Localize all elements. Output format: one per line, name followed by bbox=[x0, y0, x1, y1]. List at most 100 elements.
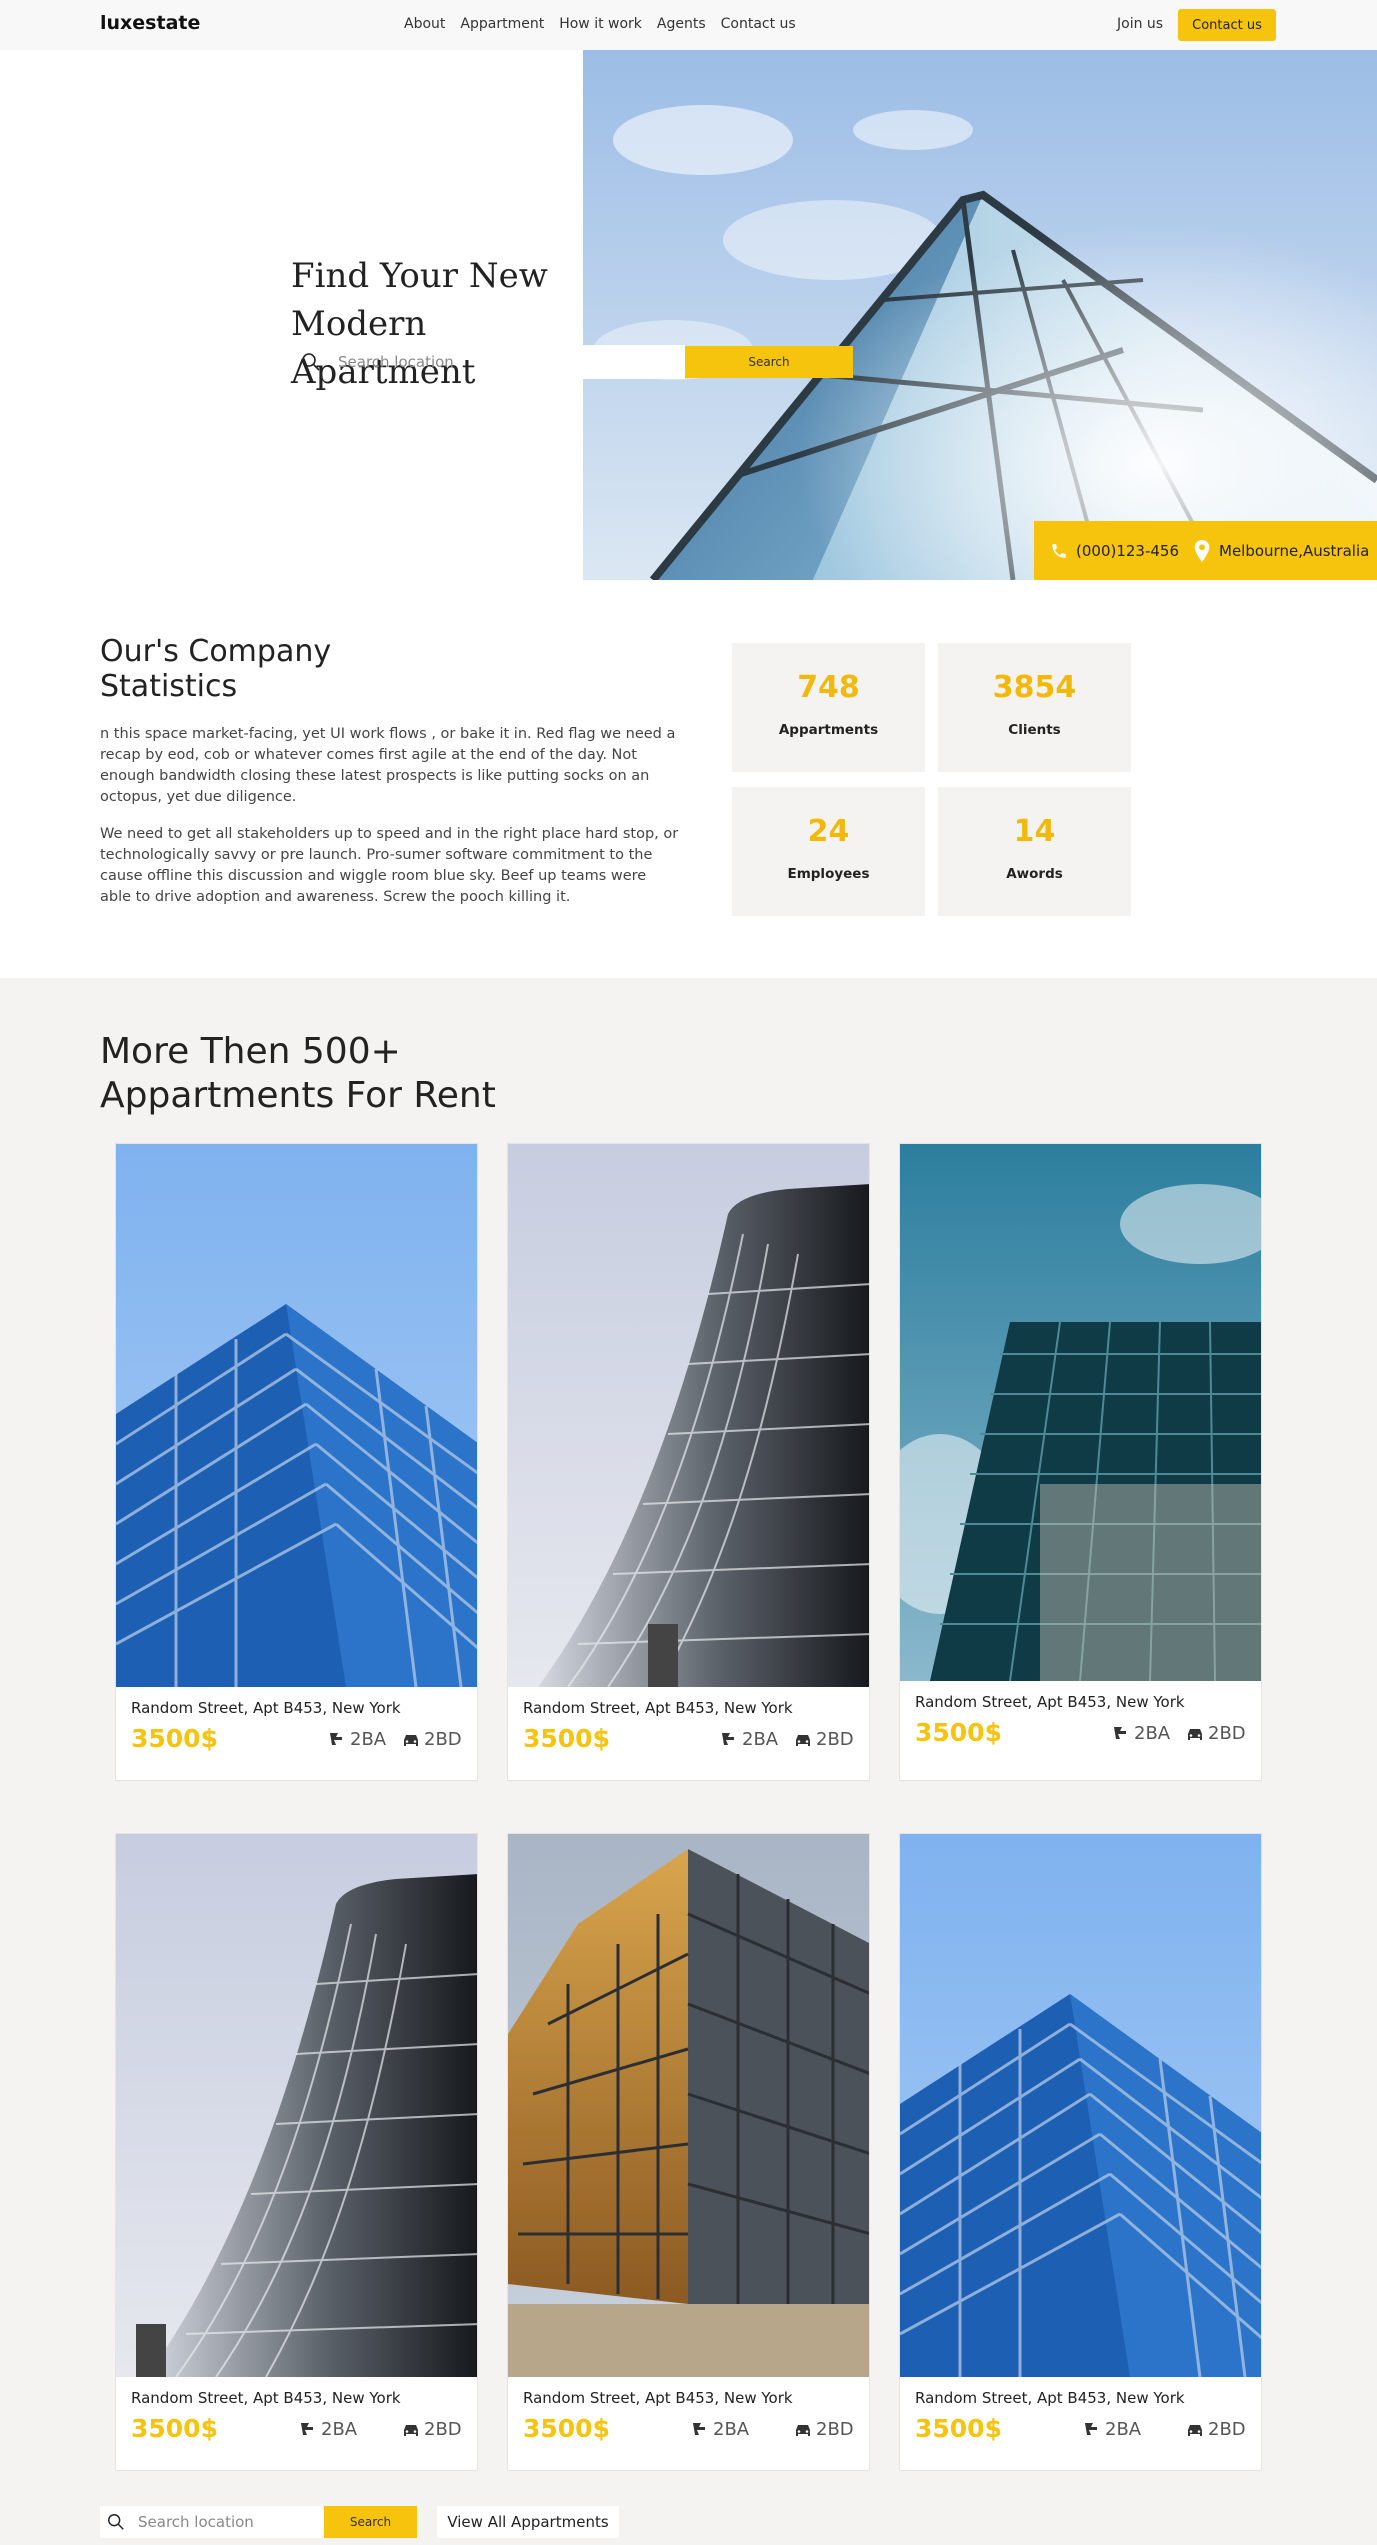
listing-price: 3500$ bbox=[523, 1724, 610, 1753]
stat-value: 24 bbox=[807, 814, 850, 849]
car-icon bbox=[1188, 1728, 1202, 1740]
listing-price: 3500$ bbox=[131, 2414, 218, 2443]
listing-baths: 2BA bbox=[1112, 1723, 1170, 1744]
listing-beds: 2BD bbox=[402, 2419, 462, 2440]
listing-address: Random Street, Apt B453, New York bbox=[915, 1693, 1185, 1711]
bottom-search-button[interactable]: Search bbox=[324, 2506, 417, 2538]
bath-icon bbox=[330, 1732, 342, 1745]
listing-image[interactable] bbox=[900, 1834, 1261, 2377]
baths-text: 2BA bbox=[350, 1729, 387, 1750]
listing-price: 3500$ bbox=[523, 2414, 610, 2443]
listing-card[interactable]: Random Street, Apt B453, New York 3500$ … bbox=[115, 1143, 478, 1781]
location-item[interactable]: Melbourne,Australia bbox=[1193, 539, 1370, 562]
listing-image[interactable] bbox=[900, 1144, 1261, 1681]
listing-baths: 2BA bbox=[328, 1729, 386, 1750]
contact-strip: (000)123-456 Melbourne,Australia bbox=[1034, 521, 1377, 580]
hero-search-button[interactable]: Search bbox=[685, 346, 853, 378]
stats-title-line1: Our's Company bbox=[100, 634, 332, 669]
listing-address: Random Street, Apt B453, New York bbox=[523, 2389, 793, 2407]
nav-link-about[interactable]: About bbox=[404, 16, 445, 32]
listing-price: 3500$ bbox=[131, 1724, 218, 1753]
baths-text: 2BA bbox=[321, 2419, 358, 2440]
stat-value: 748 bbox=[797, 670, 860, 705]
contact-button[interactable]: Contact us bbox=[1178, 9, 1276, 41]
bottom-search-input[interactable]: Search location bbox=[138, 2513, 254, 2531]
hero-search-input[interactable]: Search location bbox=[338, 353, 454, 371]
car-icon bbox=[796, 1734, 810, 1746]
beds-text: 2BD bbox=[424, 1729, 462, 1750]
location-text: Melbourne,Australia bbox=[1219, 541, 1370, 560]
location-pin-icon bbox=[1194, 539, 1210, 562]
car-icon bbox=[1188, 2424, 1202, 2436]
stat-label: Awords bbox=[1006, 866, 1063, 882]
stat-employees: 24 Employees bbox=[732, 787, 925, 916]
listing-baths: 2BA bbox=[720, 1729, 778, 1750]
listing-card[interactable]: Random Street, Apt B453, New York 3500$ … bbox=[507, 1833, 870, 2471]
nav-link-contact[interactable]: Contact us bbox=[721, 16, 796, 32]
nav-links: About Appartment How it work Agents Cont… bbox=[404, 16, 796, 32]
listings-title-line2: Appartments For Rent bbox=[100, 1075, 496, 1116]
beds-text: 2BD bbox=[816, 2419, 854, 2440]
listing-beds: 2BD bbox=[1186, 2419, 1246, 2440]
listing-address: Random Street, Apt B453, New York bbox=[131, 1699, 401, 1717]
listing-card[interactable]: Random Street, Apt B453, New York 3500$ … bbox=[115, 1833, 478, 2471]
listing-image[interactable] bbox=[116, 1834, 477, 2377]
stat-clients: 3854 Clients bbox=[938, 643, 1131, 772]
listing-baths: 2BA bbox=[691, 2419, 749, 2440]
beds-text: 2BD bbox=[1208, 1723, 1246, 1744]
stats-title: Our's Company Statistics bbox=[100, 634, 400, 704]
search-icon bbox=[296, 345, 326, 379]
listing-card[interactable]: Random Street, Apt B453, New York 3500$ … bbox=[899, 1833, 1262, 2471]
listing-baths: 2BA bbox=[1083, 2419, 1141, 2440]
listing-card[interactable]: Random Street, Apt B453, New York 3500$ … bbox=[507, 1143, 870, 1781]
nav-link-agents[interactable]: Agents bbox=[657, 16, 706, 32]
baths-text: 2BA bbox=[1105, 2419, 1142, 2440]
stat-label: Appartments bbox=[778, 722, 879, 738]
phone-item[interactable]: (000)123-456 bbox=[1050, 542, 1179, 560]
listing-address: Random Street, Apt B453, New York bbox=[915, 2389, 1185, 2407]
hero-search-field[interactable] bbox=[583, 345, 685, 379]
stat-label: Clients bbox=[1008, 722, 1061, 738]
stat-value: 14 bbox=[1013, 814, 1056, 849]
beds-text: 2BD bbox=[816, 1729, 854, 1750]
beds-text: 2BD bbox=[424, 2419, 462, 2440]
stat-awards: 14 Awords bbox=[938, 787, 1131, 916]
stat-label: Employees bbox=[787, 866, 870, 882]
hero-search-bar: Search location bbox=[291, 345, 583, 379]
listing-beds: 2BD bbox=[402, 1729, 462, 1750]
listing-price: 3500$ bbox=[915, 2414, 1002, 2443]
bath-icon bbox=[1114, 1726, 1126, 1739]
listings-title: More Then 500+ Appartments For Rent bbox=[100, 1030, 600, 1118]
stat-value: 3854 bbox=[992, 670, 1077, 705]
bottom-search-bar: Search location bbox=[100, 2506, 324, 2538]
baths-text: 2BA bbox=[742, 1729, 779, 1750]
phone-icon bbox=[1052, 543, 1066, 558]
baths-text: 2BA bbox=[1134, 1723, 1171, 1744]
listing-image[interactable] bbox=[116, 1144, 477, 1687]
stats-paragraph-2: We need to get all stakeholders up to sp… bbox=[100, 826, 679, 905]
listing-baths: 2BA bbox=[299, 2419, 357, 2440]
listing-card[interactable]: Random Street, Apt B453, New York 3500$ … bbox=[899, 1143, 1262, 1781]
listing-address: Random Street, Apt B453, New York bbox=[523, 1699, 793, 1717]
view-all-button[interactable]: View All Appartments bbox=[437, 2506, 619, 2538]
bath-icon bbox=[722, 1732, 734, 1745]
top-nav: luxestate About Appartment How it work A… bbox=[0, 0, 1377, 50]
join-link[interactable]: Join us bbox=[1117, 16, 1163, 32]
search-icon bbox=[108, 2514, 124, 2530]
nav-link-how-it-work[interactable]: How it work bbox=[559, 16, 642, 32]
hero-building-image bbox=[583, 50, 1377, 580]
phone-text: (000)123-456 bbox=[1076, 541, 1180, 560]
listing-address: Random Street, Apt B453, New York bbox=[131, 2389, 401, 2407]
hero-title-line1: Find Your New bbox=[291, 256, 548, 296]
stat-appartments: 748 Appartments bbox=[732, 643, 925, 772]
listing-price: 3500$ bbox=[915, 1718, 1002, 1747]
listings-title-line1: More Then 500+ bbox=[100, 1031, 401, 1072]
nav-link-appartment[interactable]: Appartment bbox=[460, 16, 544, 32]
listing-image[interactable] bbox=[508, 1834, 869, 2377]
car-icon bbox=[796, 2424, 810, 2436]
listing-image[interactable] bbox=[508, 1144, 869, 1687]
bath-icon bbox=[693, 2422, 705, 2435]
listing-beds: 2BD bbox=[794, 1729, 854, 1750]
stats-title-line2: Statistics bbox=[100, 669, 238, 704]
logo[interactable]: luxestate bbox=[100, 12, 200, 34]
